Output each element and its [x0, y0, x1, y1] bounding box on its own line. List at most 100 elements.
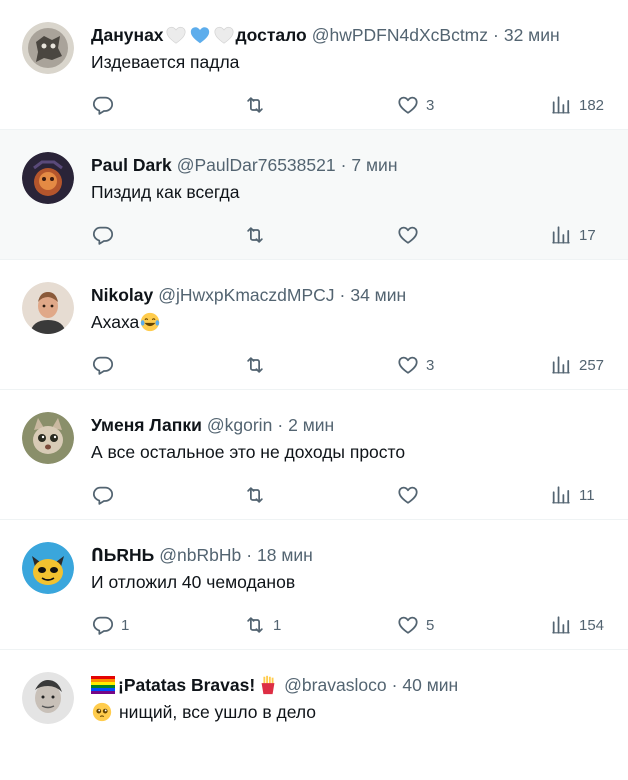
timestamp[interactable]: 32 мин: [504, 25, 560, 46]
views-button[interactable]: 257: [550, 350, 604, 380]
reply-icon: [92, 224, 114, 246]
retweet-button[interactable]: [244, 480, 273, 510]
separator-dot: ·: [493, 24, 499, 45]
like-button[interactable]: 3: [397, 90, 434, 120]
like-button[interactable]: 5: [397, 610, 434, 640]
tweet-actions: 3 182: [0, 90, 628, 120]
timestamp[interactable]: 18 мин: [257, 545, 313, 566]
like-icon: [397, 484, 419, 506]
avatar[interactable]: [22, 672, 74, 724]
views-icon: [550, 224, 572, 246]
retweet-button[interactable]: [244, 220, 273, 250]
avatar[interactable]: [22, 412, 74, 464]
reply-button[interactable]: 1: [92, 610, 129, 640]
tweet-actions: 1 1 5 154: [0, 610, 628, 640]
blue-heart-icon: [190, 27, 209, 44]
views-count: 257: [579, 356, 605, 374]
author-name[interactable]: Paul Dark: [91, 155, 172, 176]
retweet-button[interactable]: 1: [244, 610, 281, 640]
like-button[interactable]: [397, 220, 426, 250]
views-count: 17: [579, 226, 596, 244]
tweet-header: ¡Patatas Bravas! @bravasloco · 40 мин: [91, 672, 618, 698]
author-handle[interactable]: @kgorin: [207, 415, 272, 436]
tweet-text: И отложил 40 чемоданов: [91, 572, 296, 592]
like-count: 3: [426, 356, 435, 374]
tweet-header: ՈЬRHЬ @nbRbHb · 18 мин: [91, 542, 618, 568]
pleading-face-icon: [92, 702, 112, 722]
avatar[interactable]: [22, 22, 74, 74]
separator-dot: ·: [339, 284, 346, 305]
timestamp[interactable]: 40 мин: [402, 675, 458, 696]
like-icon: [397, 94, 419, 116]
author-handle[interactable]: @hwPDFN4dXcBctmz: [312, 25, 488, 46]
reply-button[interactable]: [92, 220, 121, 250]
tweet[interactable]: Уменя Лапки @kgorin · 2 мин А все осталь…: [0, 390, 628, 520]
separator-dot: ·: [246, 544, 253, 565]
author-handle[interactable]: @PaulDar76538521: [177, 155, 336, 176]
tweet[interactable]: ¡Patatas Bravas! @bravasloco · 40 мин ни…: [0, 650, 628, 780]
tweet-actions: 11: [0, 480, 628, 510]
author-name[interactable]: ¡Patatas Bravas!: [91, 674, 279, 696]
tweet[interactable]: Данунах достало @hwPDFN4dXcBctmz · 32 ми…: [0, 0, 628, 130]
tweet-actions: 17: [0, 220, 628, 250]
avatar[interactable]: [22, 282, 74, 334]
like-icon: [397, 224, 419, 246]
views-button[interactable]: 17: [550, 220, 596, 250]
retweet-icon: [244, 484, 266, 506]
like-icon: [397, 354, 419, 376]
author-name[interactable]: Nikolay: [91, 285, 153, 306]
views-icon: [550, 614, 572, 636]
white-heart-icon: [214, 26, 234, 44]
tweet[interactable]: ՈЬRHЬ @nbRbHb · 18 мин И отложил 40 чемо…: [0, 520, 628, 650]
views-button[interactable]: 11: [550, 480, 595, 510]
separator-dot: ·: [277, 414, 284, 435]
views-icon: [550, 484, 572, 506]
retweet-count: 1: [273, 616, 282, 634]
author-handle[interactable]: @jHwxpKmaczdMPCJ: [158, 285, 334, 306]
author-name[interactable]: Данунах достало: [91, 24, 307, 46]
tweet-header: Уменя Лапки @kgorin · 2 мин: [91, 412, 618, 438]
like-button[interactable]: [397, 480, 426, 510]
fries-icon: [261, 675, 275, 695]
reply-button[interactable]: [92, 480, 121, 510]
tweet-text-container: Ахаха: [91, 310, 618, 334]
timestamp[interactable]: 7 мин: [351, 155, 397, 176]
views-icon: [550, 94, 572, 116]
tweet-header: Данунах достало @hwPDFN4dXcBctmz · 32 ми…: [91, 22, 618, 48]
retweet-icon: [244, 614, 266, 636]
tweet-text: Издевается падла: [91, 52, 240, 72]
reply-icon: [92, 354, 114, 376]
reply-count: 1: [121, 616, 130, 634]
views-count: 11: [579, 486, 595, 504]
timestamp[interactable]: 34 мин: [350, 285, 406, 306]
author-handle[interactable]: @nbRbHb: [159, 545, 241, 566]
tweet-text-container: нищий, все ушло в дело: [91, 700, 618, 724]
reply-button[interactable]: [92, 90, 121, 120]
separator-dot: ·: [391, 674, 398, 695]
views-count: 154: [579, 616, 605, 634]
retweet-icon: [244, 224, 266, 246]
reply-icon: [92, 614, 114, 636]
retweet-button[interactable]: [244, 90, 273, 120]
author-name[interactable]: ՈЬRHЬ: [91, 545, 154, 566]
avatar[interactable]: [22, 152, 74, 204]
views-icon: [550, 354, 572, 376]
tweet-text: Пиздид как всегда: [91, 182, 240, 202]
tweet-text: А все остальное это не доходы просто: [91, 442, 406, 462]
tweet-header: Paul Dark @PaulDar76538521 · 7 мин: [91, 152, 618, 178]
reply-feed: Данунах достало @hwPDFN4dXcBctmz · 32 ми…: [0, 0, 628, 780]
tweet-text: Ахаха: [91, 312, 140, 332]
reply-button[interactable]: [92, 350, 121, 380]
views-button[interactable]: 154: [550, 610, 604, 640]
tears-of-joy-icon: [141, 312, 160, 332]
views-button[interactable]: 182: [550, 90, 604, 120]
author-name[interactable]: Уменя Лапки: [91, 415, 202, 436]
tweet[interactable]: Nikolay @jHwxpKmaczdMPCJ · 34 мин Ахаха …: [0, 260, 628, 390]
author-handle[interactable]: @bravasloco: [284, 675, 386, 696]
avatar[interactable]: [22, 542, 74, 594]
tweet[interactable]: Paul Dark @PaulDar76538521 · 7 мин Пизди…: [0, 130, 628, 260]
retweet-button[interactable]: [244, 350, 273, 380]
tweet-text: нищий, все ушло в дело: [119, 702, 317, 722]
timestamp[interactable]: 2 мин: [288, 415, 334, 436]
like-button[interactable]: 3: [397, 350, 434, 380]
